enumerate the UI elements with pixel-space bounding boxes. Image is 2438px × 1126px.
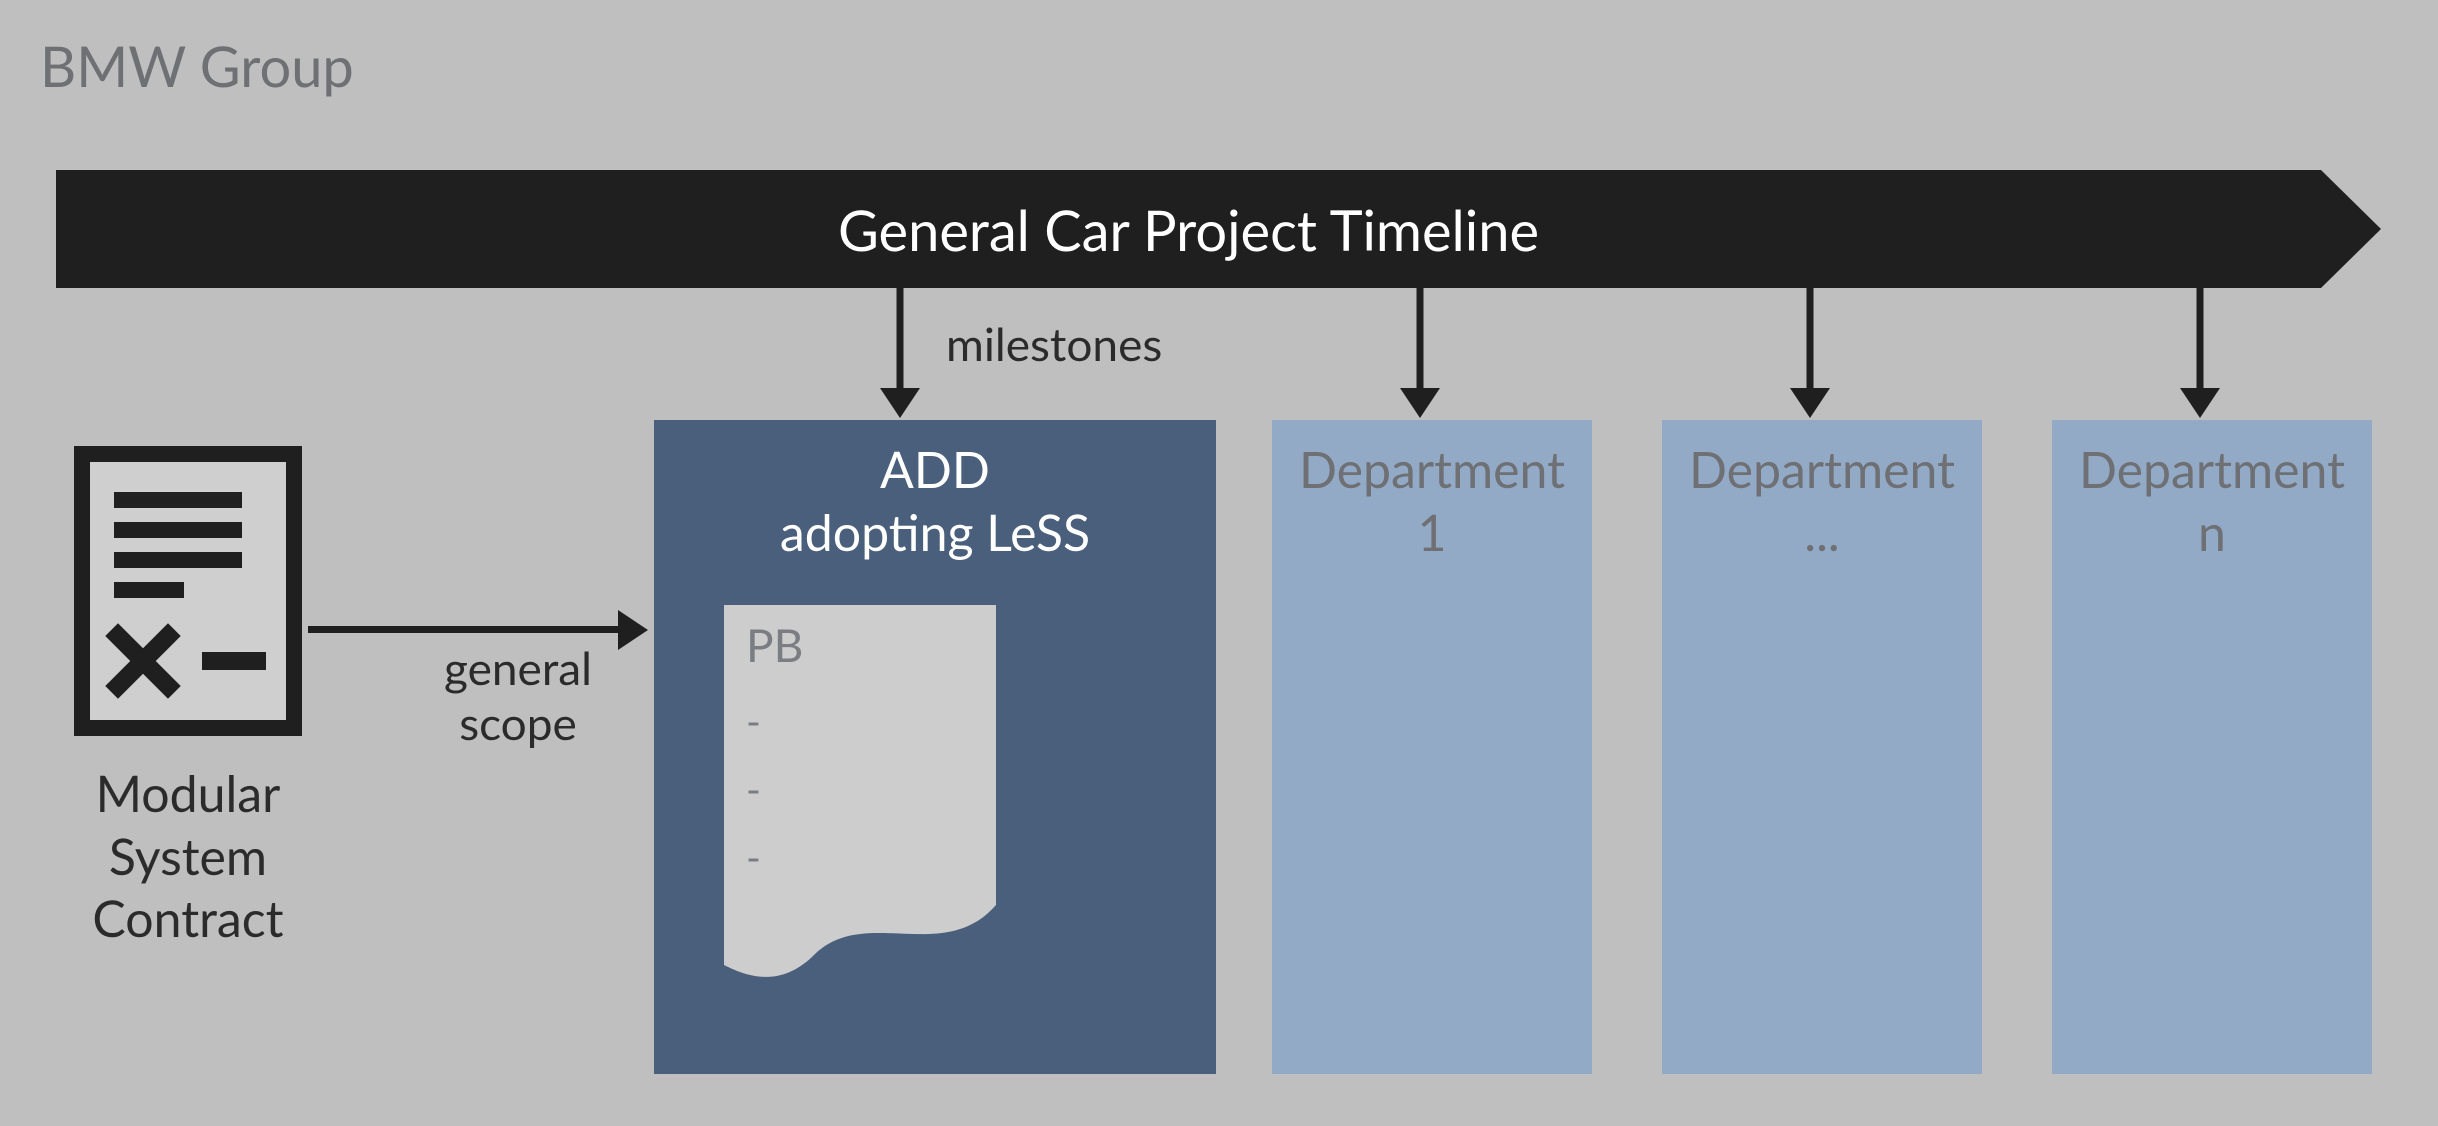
dept-1-title: Department 1 <box>1272 438 1592 563</box>
pb-item: - <box>746 765 761 813</box>
product-backlog-doc-icon: PB - - - <box>724 605 996 985</box>
dept-ellipsis-title: Department ... <box>1662 438 1982 563</box>
dept-add-adopting-less: ADD adopting LeSS PB - - - <box>654 420 1216 1074</box>
dept-n-title: Department n <box>2052 438 2372 563</box>
general-scope-label: general scope <box>408 640 628 750</box>
product-backlog-label: PB <box>746 617 803 672</box>
org-title: BMW Group <box>40 32 354 99</box>
timeline-banner: General Car Project Timeline <box>56 170 2381 288</box>
diagram-canvas: BMW Group General Car Project Timeline m… <box>0 0 2438 1126</box>
dept-add-title-line2: adopting LeSS <box>780 502 1090 562</box>
pb-item: - <box>746 833 761 881</box>
dept-box-n: Department n <box>2052 420 2372 1074</box>
milestones-label: milestones <box>946 316 1162 371</box>
dept-box-ellipsis: Department ... <box>1662 420 1982 1074</box>
pb-item: - <box>746 697 761 745</box>
dept-ellipsis-title-line1: Department <box>1689 439 1955 499</box>
dept-1-title-line2: 1 <box>1417 502 1446 562</box>
dept-n-title-line2: n <box>2198 502 2226 562</box>
timeline-title: General Car Project Timeline <box>838 196 1539 263</box>
dept-add-title: ADD adopting LeSS <box>654 438 1216 563</box>
contract-document-icon <box>74 446 302 736</box>
dept-box-1: Department 1 <box>1272 420 1592 1074</box>
dept-n-title-line1: Department <box>2079 439 2345 499</box>
timeline-arrowhead-icon <box>2321 170 2381 288</box>
contract-caption: Modular System Contract <box>60 762 316 950</box>
dept-1-title-line1: Department <box>1299 439 1565 499</box>
dept-add-title-line1: ADD <box>880 439 990 499</box>
timeline-bar: General Car Project Timeline <box>56 170 2321 288</box>
dept-ellipsis-title-line2: ... <box>1804 502 1839 562</box>
